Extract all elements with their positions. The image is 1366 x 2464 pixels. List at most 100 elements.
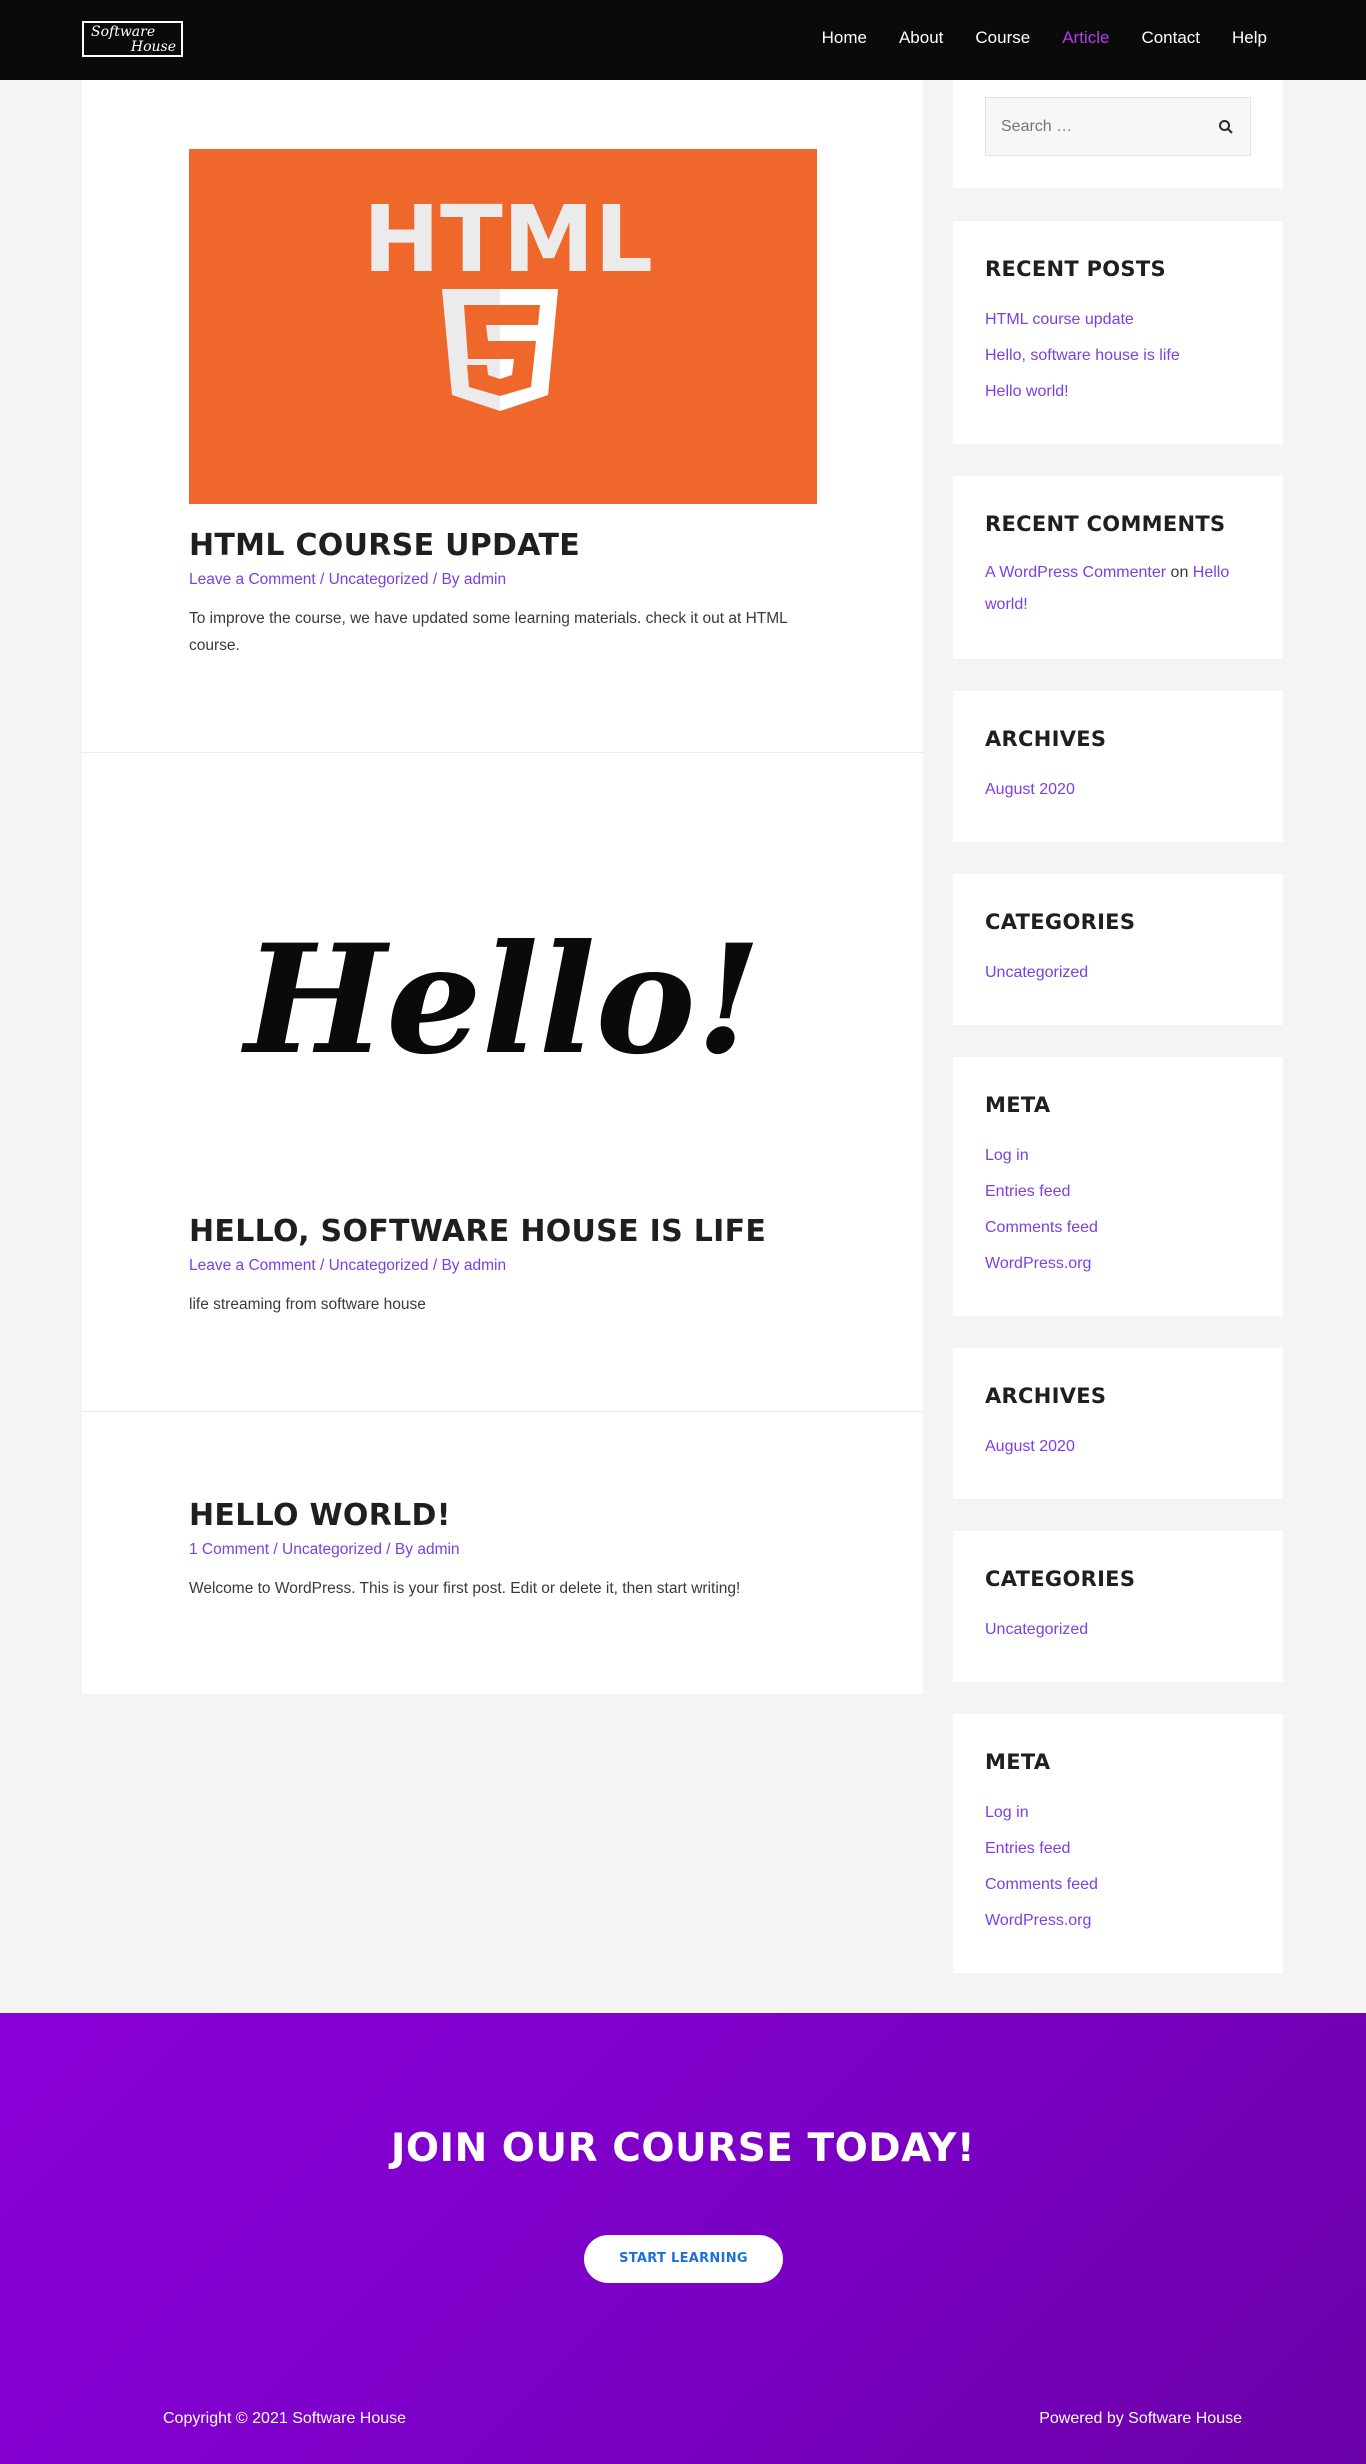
nav-article[interactable]: Article bbox=[1062, 28, 1109, 48]
post-article: HTML HTML COURSE UPDATE Leave a Comment … bbox=[82, 80, 923, 753]
meta-link[interactable]: Entries feed bbox=[985, 1840, 1070, 1857]
site-header: Software House Home About Course Article… bbox=[0, 0, 1366, 80]
meta-link[interactable]: WordPress.org bbox=[985, 1912, 1091, 1929]
meta-by: / By bbox=[428, 571, 464, 588]
meta-widget: META Log in Entries feed Comments feed W… bbox=[953, 1057, 1283, 1316]
archives-list: August 2020 bbox=[985, 772, 1251, 808]
widget-title: ARCHIVES bbox=[985, 727, 1107, 751]
meta-list: Log in Entries feed Comments feed WordPr… bbox=[985, 1795, 1251, 1939]
list-item: Uncategorized bbox=[985, 955, 1251, 991]
category-link[interactable]: Uncategorized bbox=[282, 1541, 382, 1558]
hello-script-text: Hello! bbox=[240, 912, 761, 1088]
recent-post-link[interactable]: Hello world! bbox=[985, 383, 1069, 400]
post-title[interactable]: HTML COURSE UPDATE bbox=[189, 528, 817, 563]
widget-title: ARCHIVES bbox=[985, 1384, 1107, 1408]
category-link[interactable]: Uncategorized bbox=[329, 571, 429, 588]
widget-title: RECENT POSTS bbox=[985, 257, 1166, 281]
list-item: Hello world! bbox=[985, 374, 1251, 410]
recent-posts-list: HTML course update Hello, software house… bbox=[985, 302, 1251, 410]
meta-separator: / bbox=[269, 1541, 283, 1558]
list-item: Hello, software house is life bbox=[985, 338, 1251, 374]
comment-author-link[interactable]: A WordPress Commenter bbox=[985, 564, 1166, 581]
post-title[interactable]: HELLO, SOFTWARE HOUSE IS LIFE bbox=[189, 1214, 817, 1249]
powered-by-text: Powered by Software House bbox=[1039, 2410, 1242, 2427]
nav-home[interactable]: Home bbox=[822, 28, 867, 48]
hello-script-image[interactable]: Hello! bbox=[189, 852, 817, 1152]
meta-link[interactable]: Comments feed bbox=[985, 1876, 1098, 1893]
archives-widget: ARCHIVES August 2020 bbox=[953, 691, 1283, 842]
copyright-text: Copyright © 2021 Software House bbox=[163, 2410, 407, 2427]
meta-by: / By bbox=[382, 1541, 418, 1558]
archive-link[interactable]: August 2020 bbox=[985, 781, 1075, 798]
meta-list: Log in Entries feed Comments feed WordPr… bbox=[985, 1138, 1251, 1282]
post-body: HELLO, SOFTWARE HOUSE IS LIFE Leave a Co… bbox=[189, 1214, 817, 1318]
start-learning-button[interactable]: START LEARNING bbox=[584, 2235, 783, 2283]
category-link[interactable]: Uncategorized bbox=[985, 1621, 1088, 1638]
category-link[interactable]: Uncategorized bbox=[329, 1257, 429, 1274]
widget-title: CATEGORIES bbox=[985, 1567, 1136, 1591]
recent-post-link[interactable]: HTML course update bbox=[985, 311, 1134, 328]
meta-separator: / bbox=[315, 571, 329, 588]
posts-column: HTML HTML COURSE UPDATE Leave a Comment … bbox=[82, 80, 923, 1694]
author-link[interactable]: admin bbox=[417, 1541, 459, 1558]
post-article: HELLO WORLD! 1 Comment / Uncategorized /… bbox=[82, 1412, 923, 1694]
post-title[interactable]: HELLO WORLD! bbox=[189, 1498, 817, 1533]
categories-widget: CATEGORIES Uncategorized bbox=[953, 874, 1283, 1025]
list-item: WordPress.org bbox=[985, 1903, 1251, 1939]
post-meta: 1 Comment / Uncategorized / By admin bbox=[189, 1541, 817, 1559]
post-excerpt: Welcome to WordPress. This is your first… bbox=[189, 1580, 741, 1597]
meta-separator: / bbox=[315, 1257, 329, 1274]
search-input[interactable] bbox=[986, 98, 1206, 155]
meta-widget: META Log in Entries feed Comments feed W… bbox=[953, 1714, 1283, 1973]
nav-help[interactable]: Help bbox=[1232, 28, 1267, 48]
html5-logo-svg: HTML bbox=[363, 186, 653, 411]
search-form bbox=[985, 97, 1251, 156]
meta-link[interactable]: Entries feed bbox=[985, 1183, 1070, 1200]
comment-link[interactable]: Leave a Comment bbox=[189, 1257, 316, 1274]
nav-about[interactable]: About bbox=[899, 28, 943, 48]
search-icon[interactable] bbox=[1218, 119, 1234, 135]
list-item: Log in bbox=[985, 1795, 1251, 1831]
category-link[interactable]: Uncategorized bbox=[985, 964, 1088, 981]
list-item: Uncategorized bbox=[985, 1612, 1251, 1648]
list-item: August 2020 bbox=[985, 772, 1251, 808]
html-wordmark: HTML bbox=[363, 186, 653, 293]
list-item: WordPress.org bbox=[985, 1246, 1251, 1282]
widget-title: META bbox=[985, 1750, 1051, 1774]
post-excerpt: To improve the course, we have updated s… bbox=[189, 610, 788, 654]
list-item: Comments feed bbox=[985, 1867, 1251, 1903]
widget-title: CATEGORIES bbox=[985, 910, 1136, 934]
logo-line-2: House bbox=[130, 39, 176, 55]
categories-list: Uncategorized bbox=[985, 1612, 1251, 1648]
html5-logo-image[interactable]: HTML bbox=[189, 149, 817, 504]
post-body: HTML COURSE UPDATE Leave a Comment / Unc… bbox=[189, 528, 817, 659]
recent-posts-widget: RECENT POSTS HTML course update Hello, s… bbox=[953, 221, 1283, 444]
meta-by: / By bbox=[428, 1257, 464, 1274]
footer-cta: JOIN OUR COURSE TODAY! START LEARNING Co… bbox=[0, 2013, 1366, 2464]
list-item: HTML course update bbox=[985, 302, 1251, 338]
archives-widget: ARCHIVES August 2020 bbox=[953, 1348, 1283, 1499]
post-meta: Leave a Comment / Uncategorized / By adm… bbox=[189, 1257, 817, 1275]
recent-post-link[interactable]: Hello, software house is life bbox=[985, 347, 1180, 364]
author-link[interactable]: admin bbox=[464, 1257, 506, 1274]
archive-link[interactable]: August 2020 bbox=[985, 1438, 1075, 1455]
list-item: August 2020 bbox=[985, 1429, 1251, 1465]
site-logo[interactable]: Software House bbox=[82, 21, 183, 57]
list-item: Log in bbox=[985, 1138, 1251, 1174]
nav-contact[interactable]: Contact bbox=[1141, 28, 1200, 48]
widget-title: META bbox=[985, 1093, 1051, 1117]
cta-title: JOIN OUR COURSE TODAY! bbox=[390, 2126, 976, 2171]
meta-link[interactable]: Log in bbox=[985, 1804, 1029, 1821]
comment-link[interactable]: 1 Comment bbox=[189, 1541, 269, 1558]
recent-comment-item: A WordPress Commenter on Hello world! bbox=[985, 557, 1251, 621]
meta-link[interactable]: Log in bbox=[985, 1147, 1029, 1164]
author-link[interactable]: admin bbox=[464, 571, 506, 588]
meta-link[interactable]: Comments feed bbox=[985, 1219, 1098, 1236]
post-article: Hello! HELLO, SOFTWARE HOUSE IS LIFE Lea… bbox=[82, 753, 923, 1412]
post-body: HELLO WORLD! 1 Comment / Uncategorized /… bbox=[189, 1498, 817, 1602]
html5-shield-icon bbox=[442, 289, 558, 411]
meta-link[interactable]: WordPress.org bbox=[985, 1255, 1091, 1272]
nav-course[interactable]: Course bbox=[975, 28, 1030, 48]
post-meta: Leave a Comment / Uncategorized / By adm… bbox=[189, 571, 817, 589]
comment-link[interactable]: Leave a Comment bbox=[189, 571, 316, 588]
